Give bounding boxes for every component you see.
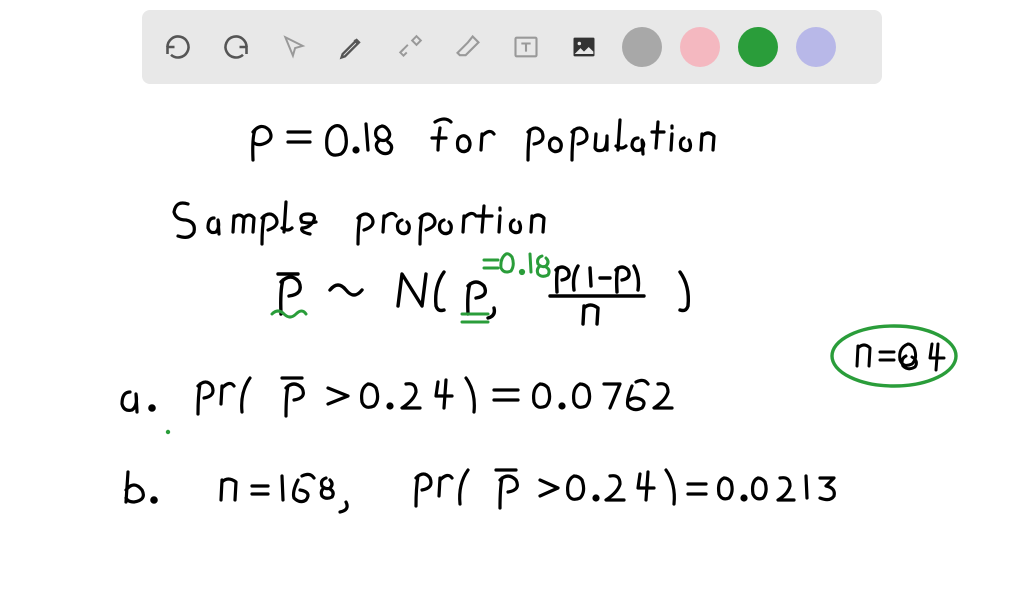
color-gray[interactable]	[622, 27, 662, 67]
pencil-button[interactable]	[332, 27, 372, 67]
drawing-toolbar	[142, 10, 882, 84]
tools-icon	[397, 34, 423, 60]
pointer-button[interactable]	[274, 27, 314, 67]
undo-button[interactable]	[158, 27, 198, 67]
undo-icon	[164, 33, 192, 61]
eraser-icon	[454, 33, 482, 61]
tools-button[interactable]	[390, 27, 430, 67]
color-lavender[interactable]	[796, 27, 836, 67]
image-icon	[570, 33, 598, 61]
color-green[interactable]	[738, 27, 778, 67]
redo-button[interactable]	[216, 27, 256, 67]
textbox-icon	[512, 33, 540, 61]
redo-icon	[222, 33, 250, 61]
textbox-button[interactable]	[506, 27, 546, 67]
pointer-icon	[281, 34, 307, 60]
image-button[interactable]	[564, 27, 604, 67]
handwriting-canvas	[0, 0, 1024, 594]
pencil-icon	[338, 33, 366, 61]
color-pink[interactable]	[680, 27, 720, 67]
eraser-button[interactable]	[448, 27, 488, 67]
